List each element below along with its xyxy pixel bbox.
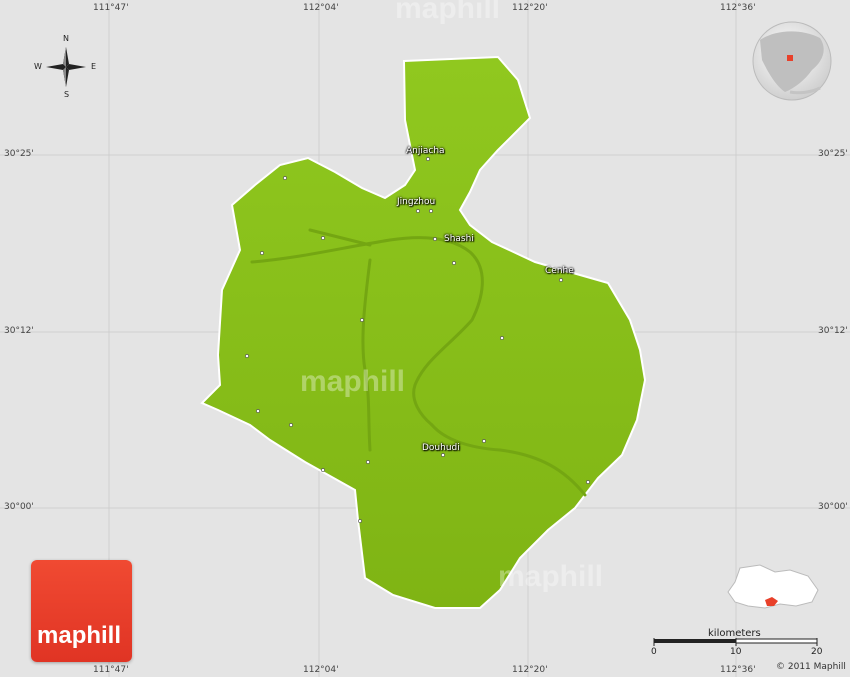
watermark: maphill: [395, 0, 501, 25]
lat-label: 30°12': [818, 326, 848, 336]
region-land: [200, 55, 647, 609]
lon-label: 112°20': [512, 3, 548, 13]
lon-label: 112°36': [720, 3, 756, 13]
lon-label: 111°47': [93, 3, 129, 13]
copyright: © 2011 Maphill: [776, 662, 846, 672]
logo-text: maphill: [37, 622, 122, 649]
city-label-jingzhou: Jingzhou: [397, 197, 436, 207]
lon-label: 112°20': [512, 665, 548, 675]
scale-tick: 0: [651, 647, 657, 657]
city-label-shashi: Shashi: [444, 234, 474, 244]
compass-west: W: [34, 62, 42, 71]
maphill-logo[interactable]: maphill: [31, 560, 132, 662]
lat-label: 30°00': [4, 502, 34, 512]
lon-label: 112°04': [303, 3, 339, 13]
scale-tick: 20: [811, 647, 823, 657]
lat-label: 30°12': [4, 326, 34, 336]
scale-bar: [653, 638, 818, 646]
city-label-douhudi: Douhudi: [422, 443, 460, 453]
province-inset: [727, 564, 819, 609]
compass-east: E: [91, 62, 97, 71]
lon-label: 112°36': [720, 665, 756, 675]
city-label-cenhe: Cenhe: [545, 266, 574, 276]
compass-north: N: [63, 34, 69, 43]
compass-south: S: [64, 90, 70, 99]
lat-label: 30°25': [4, 149, 34, 159]
compass-rose: [46, 47, 86, 87]
lon-label: 112°04': [303, 665, 339, 675]
lat-label: 30°25': [818, 149, 848, 159]
globe-inset: [752, 21, 832, 101]
city-label-anjiacha: Anjiacha: [406, 146, 445, 156]
scale-tick: 10: [730, 647, 742, 657]
scale-title: kilometers: [708, 628, 761, 639]
lon-label: 111°47': [93, 665, 129, 675]
watermark: maphill: [300, 365, 406, 398]
lat-label: 30°00': [818, 502, 848, 512]
watermark: maphill: [498, 560, 604, 593]
